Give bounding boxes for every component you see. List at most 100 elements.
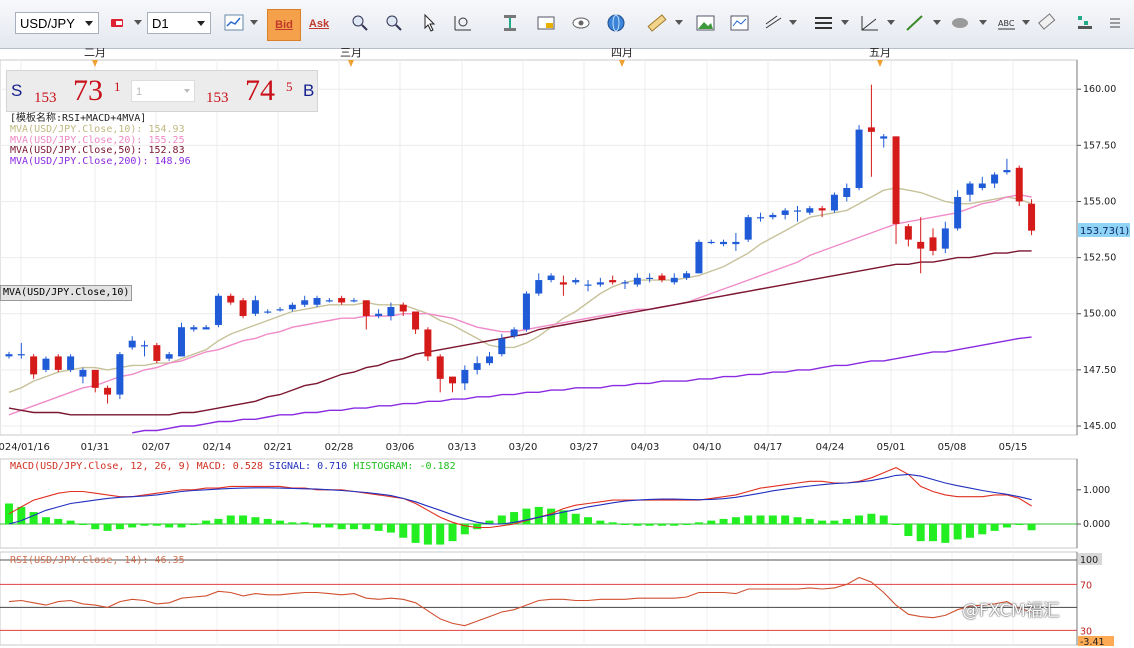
- macd-hist-bar: [386, 524, 395, 533]
- image-icon[interactable]: [694, 12, 718, 34]
- chevron-down-icon[interactable]: [979, 20, 987, 25]
- candle-body: [116, 354, 124, 395]
- candle-body: [954, 196, 962, 229]
- macd-hist-bar: [719, 518, 728, 525]
- candle-body: [91, 369, 99, 388]
- candle-body: [375, 313, 383, 316]
- sell-button[interactable]: S: [11, 81, 22, 101]
- macd-hist-bar: [448, 524, 457, 542]
- macd-hist-bar: [768, 515, 777, 525]
- candle-body: [695, 241, 703, 274]
- candle-body: [412, 311, 420, 330]
- symbol-value: USD/JPY: [20, 16, 75, 31]
- rsi-tick-label: 70: [1080, 580, 1092, 591]
- ruler-icon[interactable]: [645, 12, 669, 34]
- ask-price-small: 153: [206, 90, 229, 106]
- bid-price-small: 153: [34, 90, 57, 106]
- candle-body: [387, 307, 395, 316]
- zoom-in-icon[interactable]: [349, 12, 373, 34]
- x-tick-label: 04/10: [693, 442, 722, 453]
- ellipse-icon[interactable]: [948, 12, 972, 34]
- chevron-down-icon[interactable]: [789, 20, 797, 25]
- template-icon[interactable]: [728, 12, 752, 34]
- macd-title: MACD(USD/JPY.Close, 12, 26, 9): [10, 461, 191, 472]
- globe-icon[interactable]: [604, 12, 628, 34]
- macd-hist-bar: [682, 524, 691, 526]
- bid-price-big: 73: [73, 74, 103, 107]
- macd-hist-bar: [349, 524, 358, 530]
- macd-tick-label: 1.000: [1083, 485, 1110, 496]
- candle-body: [30, 356, 38, 375]
- bid-price-pip: 1: [114, 79, 121, 94]
- x-tick-label: 02/21: [264, 442, 293, 453]
- chevron-down-icon[interactable]: [675, 20, 683, 25]
- candle-body: [202, 327, 210, 330]
- trend-icon[interactable]: [858, 12, 882, 34]
- ask-button[interactable]: Ask: [303, 9, 335, 39]
- macd-hist-bar: [621, 524, 629, 526]
- hline-icon[interactable]: [812, 12, 836, 34]
- buy-button[interactable]: B: [303, 81, 314, 101]
- indicator-icon[interactable]: [1073, 12, 1097, 34]
- candle-body: [276, 309, 284, 311]
- mva-line-label[interactable]: MVA(USD/JPY.Close,10): [0, 285, 133, 301]
- chevron-down-icon: [197, 21, 205, 26]
- bid-button[interactable]: Bid: [267, 9, 301, 41]
- macd-hist-bar: [818, 520, 827, 525]
- macd-hist-bar: [645, 524, 654, 526]
- chevron-down-icon[interactable]: [250, 20, 258, 25]
- timeframe-select[interactable]: D1: [147, 12, 211, 34]
- macd-hist-bar: [202, 520, 211, 525]
- scroll-icon[interactable]: [499, 12, 523, 34]
- eraser-icon[interactable]: [1036, 12, 1060, 34]
- macd-hist-bar: [54, 518, 63, 525]
- candle-body: [350, 300, 358, 302]
- macd-hist-bar: [1015, 524, 1024, 526]
- macd-hist-bar: [633, 524, 642, 526]
- candle-body: [707, 241, 715, 244]
- macd-hist-bar: [399, 524, 408, 538]
- candle-body: [843, 187, 851, 197]
- crosshair-icon[interactable]: [762, 12, 786, 34]
- pointer-icon[interactable]: [417, 12, 441, 34]
- candle-body: [991, 174, 999, 184]
- chevron-down-icon[interactable]: [933, 20, 941, 25]
- zoom-out-icon[interactable]: [383, 12, 407, 34]
- candle-body: [683, 273, 691, 278]
- chart-type-icon[interactable]: [108, 12, 132, 34]
- macd-hist-bar: [731, 517, 740, 525]
- chevron-down-icon[interactable]: [1022, 20, 1030, 25]
- candle-body: [325, 300, 333, 302]
- chevron-down-icon[interactable]: [134, 20, 142, 25]
- candle-body: [769, 214, 777, 218]
- macd-hist-bar: [756, 515, 765, 525]
- chevron-down-icon[interactable]: [841, 20, 849, 25]
- line-icon[interactable]: [903, 12, 927, 34]
- month-label: 四月: [611, 48, 633, 59]
- macd-hist-bar: [990, 524, 999, 531]
- menu-icon[interactable]: [1104, 12, 1128, 34]
- macd-hist-bar: [707, 520, 716, 525]
- x-tick-label: 05/15: [999, 442, 1028, 453]
- macd-hist-bar: [91, 524, 100, 530]
- lot-input[interactable]: 1: [131, 80, 195, 102]
- line-chart-icon[interactable]: [223, 12, 247, 34]
- macd-hist-bar: [115, 524, 124, 530]
- zoom-fit-icon[interactable]: [451, 12, 475, 34]
- candle-body: [42, 358, 50, 370]
- candle-body: [128, 340, 136, 348]
- chevron-down-icon: [184, 89, 190, 93]
- candle-body: [892, 136, 900, 224]
- month-label: 五月: [869, 48, 891, 59]
- text-icon[interactable]: ABC: [995, 12, 1019, 34]
- symbol-select[interactable]: USD/JPY: [15, 12, 99, 34]
- snapshot-icon[interactable]: [535, 12, 559, 34]
- macd-hist-bar: [608, 522, 617, 525]
- macd-hist-bar: [214, 518, 223, 525]
- candle-body: [646, 277, 654, 280]
- chevron-down-icon[interactable]: [887, 20, 895, 25]
- ask-price-pip: 5: [286, 79, 293, 94]
- candle-body: [67, 356, 75, 370]
- eye-icon[interactable]: [569, 12, 593, 34]
- x-tick-label: 04/24: [816, 442, 845, 453]
